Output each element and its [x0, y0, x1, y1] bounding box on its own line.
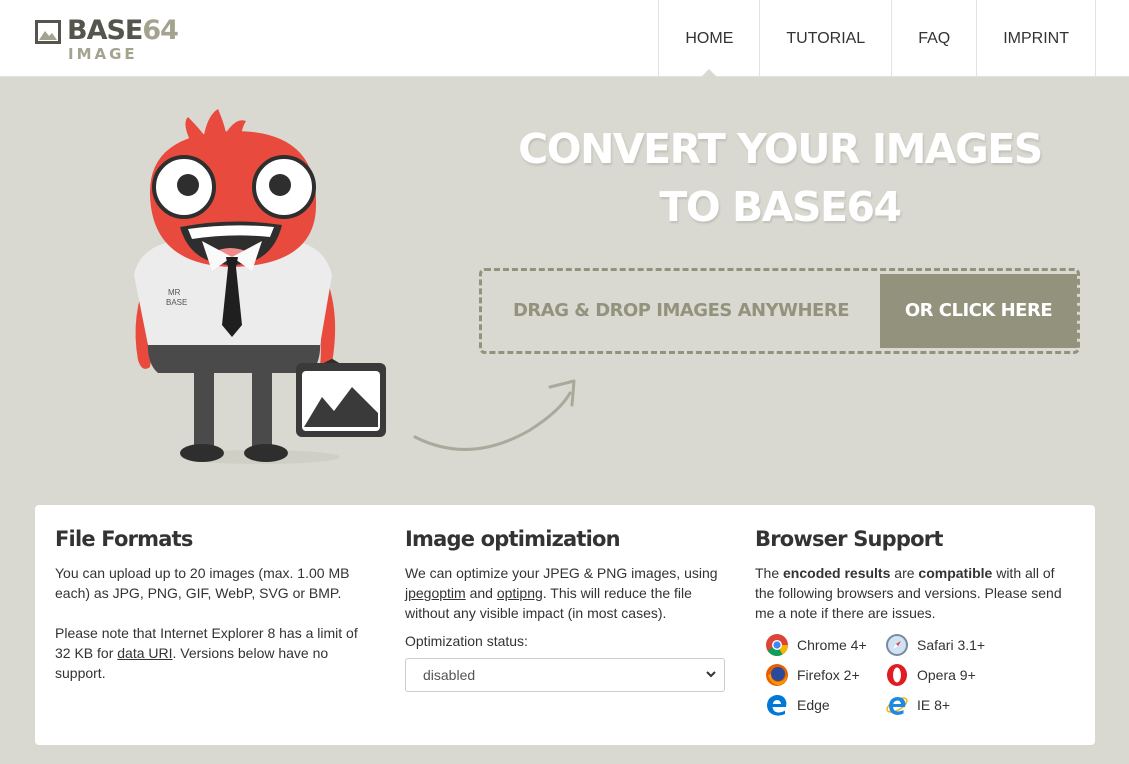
logo-subtitle: IMAGE [68, 45, 138, 63]
ie-icon [886, 697, 908, 715]
firefox-icon [766, 664, 788, 686]
logo[interactable]: BASE64 IMAGE [35, 15, 179, 63]
file-formats-section: File Formats You can upload up to 20 ima… [55, 525, 375, 683]
browser-list: Chrome 4+ Safari 3.1+ Firefox 2+ Opera 9… [765, 633, 1075, 717]
safari-icon [886, 634, 908, 656]
mascot-shirt-line2: BASE [166, 298, 187, 307]
main-nav: HOME TUTORIAL FAQ IMPRINT [658, 0, 1096, 78]
optimization-title: Image optimization [405, 527, 621, 551]
data-uri-link[interactable]: data URI [117, 645, 172, 661]
logo-title: BASE64 [67, 15, 179, 46]
optipng-link[interactable]: optipng [497, 585, 543, 601]
browser-support-text: The encoded results are compatible with … [755, 565, 1062, 621]
browser-ie: IE 8+ [885, 693, 1005, 717]
browser-firefox: Firefox 2+ [765, 663, 885, 687]
browser-support-title: Browser Support [755, 527, 943, 551]
browser-safari: Safari 3.1+ [885, 633, 1005, 657]
dropzone[interactable]: DRAG & DROP IMAGES ANYWHERE OR CLICK HER… [479, 268, 1080, 354]
nav-faq[interactable]: FAQ [892, 0, 978, 77]
image-icon [35, 20, 61, 44]
nav-imprint[interactable]: IMPRINT [977, 0, 1096, 77]
arrow-icon [413, 379, 576, 451]
optimization-section: Image optimization We can optimize your … [405, 525, 725, 692]
browser-support-section: Browser Support The encoded results are … [755, 525, 1075, 717]
optimization-status-value: disabled [423, 667, 476, 683]
file-formats-text: You can upload up to 20 images (max. 1.0… [55, 565, 350, 601]
optimization-text: We can optimize your JPEG & PNG images, … [405, 565, 718, 621]
hero-title-line2: TO BASE64 [659, 183, 902, 231]
ie-note-text: Please note that Internet Explorer 8 has… [55, 625, 358, 681]
chrome-icon [766, 634, 788, 656]
file-formats-title: File Formats [55, 527, 193, 551]
jpegoptim-link[interactable]: jpegoptim [405, 585, 466, 601]
browser-edge: Edge [765, 693, 885, 717]
hero-title-line1: CONVERT YOUR IMAGES [518, 125, 1043, 173]
optimization-status-select[interactable]: disabled [405, 658, 725, 692]
nav-tutorial[interactable]: TUTORIAL [760, 0, 893, 77]
browser-chrome: Chrome 4+ [765, 633, 885, 657]
nav-home[interactable]: HOME [659, 0, 761, 78]
info-panel: File Formats You can upload up to 20 ima… [35, 505, 1095, 745]
upload-button[interactable]: OR CLICK HERE [880, 274, 1077, 348]
opera-icon [887, 664, 907, 686]
optimization-status-label: Optimization status: [405, 633, 528, 649]
chevron-down-icon [706, 671, 716, 678]
edge-icon [767, 694, 787, 716]
mascot-illustration: MR BASE [134, 109, 386, 464]
mascot-shirt-line1: MR [168, 288, 181, 297]
drop-text: DRAG & DROP IMAGES ANYWHERE [512, 300, 850, 321]
browser-opera: Opera 9+ [885, 663, 1005, 687]
site-header: BASE64 IMAGE HOME TUTORIAL FAQ IMPRINT [0, 0, 1129, 78]
hero-title: CONVERT YOUR IMAGES TO BASE64 [480, 120, 1080, 236]
